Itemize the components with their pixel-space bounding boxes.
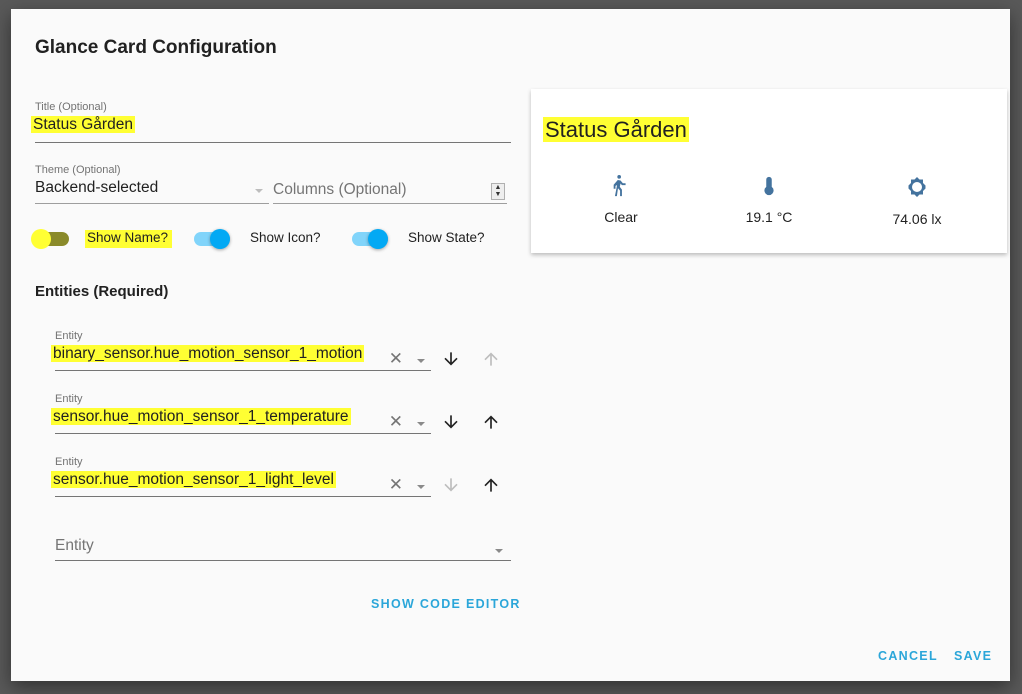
entity-row-3[interactable]: Entity sensor.hue_motion_sensor_1_light_…: [51, 456, 431, 497]
new-entity-select[interactable]: Entity: [55, 529, 511, 561]
entity-label: Entity: [55, 393, 83, 405]
title-field[interactable]: Title (Optional) Status Gården: [31, 101, 511, 143]
dropdown-caret-icon[interactable]: [495, 549, 503, 553]
entity-row-2[interactable]: Entity sensor.hue_motion_sensor_1_temper…: [51, 393, 431, 434]
glance-card-preview: Status Gården Clear 19.1 °C 74.06 lx: [531, 89, 1007, 253]
thermometer-icon: [764, 176, 774, 196]
cancel-button[interactable]: Cancel: [878, 649, 938, 663]
save-button[interactable]: Save: [954, 649, 992, 663]
card-title: Status Gården: [543, 117, 689, 142]
theme-select-label: Theme (Optional): [35, 164, 121, 176]
move-down-icon[interactable]: [441, 412, 461, 432]
columns-input[interactable]: Columns (Optional) ▲ ▼: [273, 164, 507, 204]
brightness-icon: [908, 177, 926, 197]
glance-card-config-dialog: Glance Card Configuration Title (Optiona…: [11, 9, 1010, 681]
columns-input-underline: [273, 203, 507, 204]
new-entity-underline: [55, 560, 511, 561]
move-up-icon[interactable]: [481, 349, 501, 369]
entities-heading: Entities (Required): [35, 283, 169, 300]
title-field-label: Title (Optional): [35, 101, 107, 113]
clear-icon[interactable]: ✕: [389, 475, 403, 495]
entity-label: Entity: [55, 330, 83, 342]
dropdown-caret-icon[interactable]: [417, 422, 425, 426]
show-code-editor-button[interactable]: Show Code Editor: [371, 597, 521, 611]
new-entity-placeholder: Entity: [55, 537, 94, 554]
move-down-icon[interactable]: [441, 349, 461, 369]
show-icon-label: Show Icon?: [250, 230, 321, 245]
glance-state: Clear: [604, 209, 638, 225]
theme-select-value: Backend-selected: [35, 179, 159, 196]
toggle-knob: [210, 229, 230, 249]
toggle-knob: [31, 229, 51, 249]
entity-value[interactable]: binary_sensor.hue_motion_sensor_1_motion: [51, 345, 365, 362]
show-state-toggle[interactable]: [352, 229, 388, 249]
entity-underline: [55, 496, 431, 497]
dropdown-caret-icon[interactable]: [417, 359, 425, 363]
show-name-label: Show Name?: [85, 230, 173, 248]
theme-dropdown-caret-icon[interactable]: [255, 189, 263, 193]
glance-entity-motion[interactable]: Clear: [551, 175, 691, 225]
glance-state: 19.1 °C: [745, 209, 793, 225]
entity-underline: [55, 370, 431, 371]
title-field-value[interactable]: Status Gården: [31, 116, 135, 133]
columns-spinner[interactable]: ▲ ▼: [491, 183, 505, 200]
toggle-knob: [368, 229, 388, 249]
entity-value[interactable]: sensor.hue_motion_sensor_1_light_level: [51, 471, 336, 488]
columns-input-placeholder: Columns (Optional): [273, 181, 407, 198]
dropdown-caret-icon[interactable]: [417, 485, 425, 489]
show-state-label: Show State?: [408, 230, 485, 245]
clear-icon[interactable]: ✕: [389, 349, 403, 369]
glance-entity-temperature[interactable]: 19.1 °C: [699, 175, 839, 225]
entity-row-1[interactable]: Entity binary_sensor.hue_motion_sensor_1…: [51, 330, 431, 371]
entity-value[interactable]: sensor.hue_motion_sensor_1_temperature: [51, 408, 351, 425]
title-field-underline: [35, 142, 511, 143]
dialog-title: Glance Card Configuration: [35, 37, 277, 58]
move-up-icon[interactable]: [481, 412, 501, 432]
show-icon-toggle[interactable]: [194, 229, 230, 249]
theme-select-underline: [35, 203, 269, 204]
entity-label: Entity: [55, 456, 83, 468]
theme-select[interactable]: Theme (Optional) Backend-selected: [35, 164, 269, 204]
move-up-icon[interactable]: [481, 475, 501, 495]
clear-icon[interactable]: ✕: [389, 412, 403, 432]
motion-sensor-icon: [613, 175, 626, 197]
glance-entity-light-level[interactable]: 74.06 lx: [847, 175, 987, 227]
move-down-icon[interactable]: [441, 475, 461, 495]
entity-underline: [55, 433, 431, 434]
glance-state: 74.06 lx: [892, 211, 942, 227]
show-name-toggle[interactable]: [31, 229, 69, 249]
